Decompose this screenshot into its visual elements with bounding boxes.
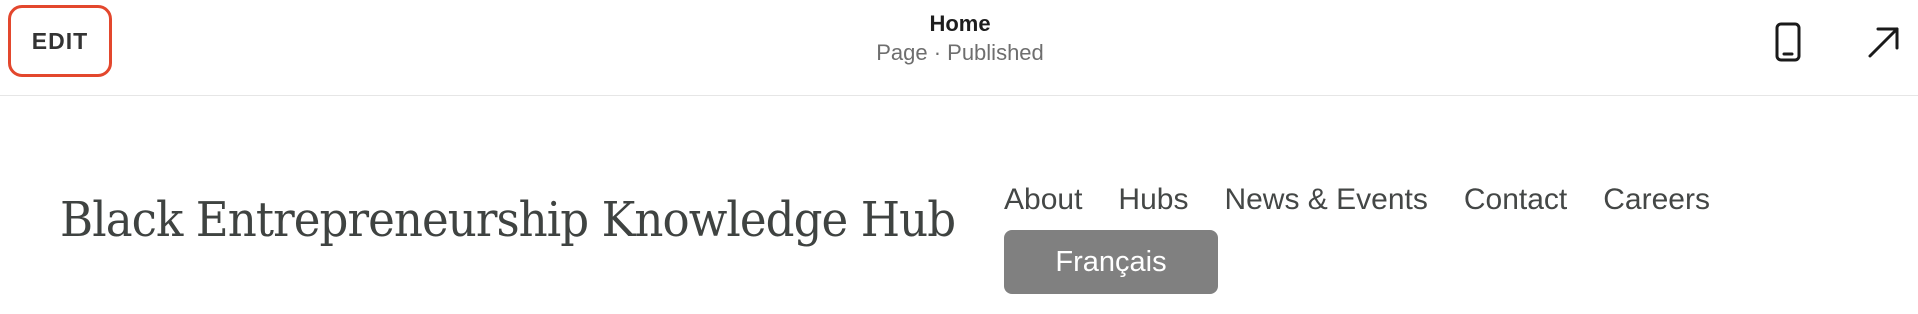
mobile-preview-button[interactable] (1768, 20, 1808, 64)
page-info: Home Page · Published (760, 10, 1160, 68)
nav-item-hubs[interactable]: Hubs (1118, 183, 1188, 217)
editor-toolbar: EDIT Home Page · Published (0, 0, 1918, 96)
nav-item-contact[interactable]: Contact (1464, 183, 1567, 217)
language-toggle-button[interactable]: Français (1004, 230, 1218, 294)
page-title: Home (929, 11, 991, 36)
edit-button[interactable]: EDIT (8, 5, 112, 77)
nav-item-about[interactable]: About (1004, 183, 1082, 217)
page: EDIT Home Page · Published Black Entrepr… (0, 0, 1918, 314)
page-status: Page · Published (876, 40, 1044, 65)
nav-item-careers[interactable]: Careers (1603, 183, 1710, 217)
mobile-phone-icon (1775, 22, 1801, 62)
nav-item-news-events[interactable]: News & Events (1224, 183, 1427, 217)
site-title[interactable]: Black Entrepreneurship Knowledge Hub (60, 192, 956, 248)
site-nav: About Hubs News & Events Contact Careers (1004, 178, 1746, 222)
open-live-site-button[interactable] (1862, 20, 1906, 64)
arrow-up-right-icon (1868, 27, 1899, 58)
